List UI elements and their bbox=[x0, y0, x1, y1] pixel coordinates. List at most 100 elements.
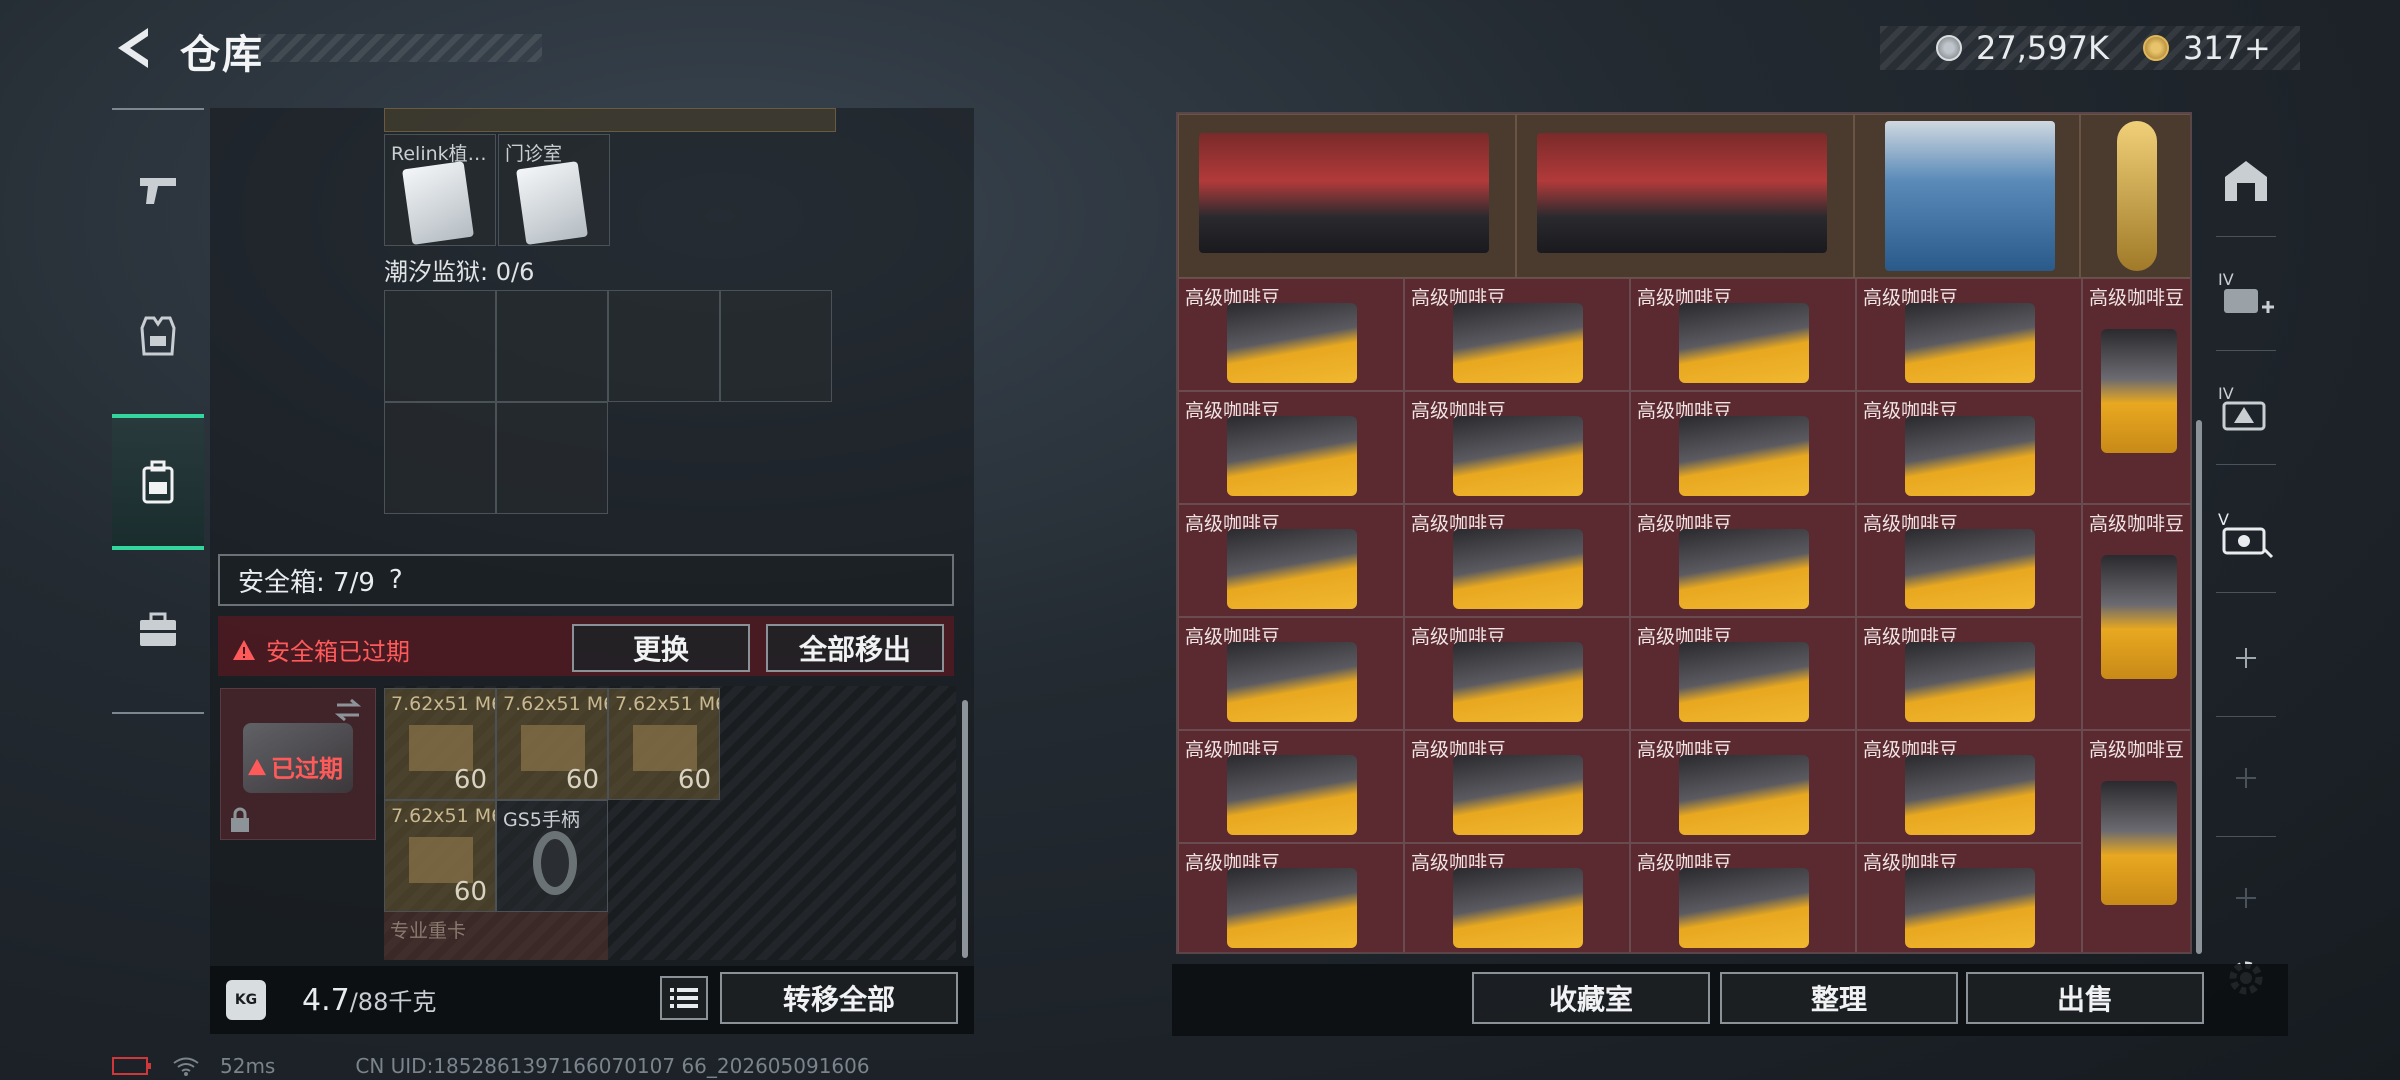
collection-room-button[interactable]: 收藏室 bbox=[1472, 972, 1710, 1024]
partial-item[interactable]: 专业重卡 bbox=[384, 912, 608, 960]
weight-readout: 4.7/88千克 bbox=[302, 982, 436, 1018]
add-stash-tab[interactable] bbox=[2206, 608, 2286, 708]
coffee-bean-cell[interactable]: 高级咖啡豆 bbox=[1404, 730, 1630, 843]
stash-home-icon bbox=[2225, 161, 2267, 201]
stash-tab-4-add[interactable]: IV bbox=[2206, 244, 2286, 344]
back-arrow-icon bbox=[118, 28, 148, 68]
warning-icon bbox=[248, 758, 266, 775]
stash-item[interactable] bbox=[2080, 114, 2190, 278]
uid-readout: CN UID:1852861397166070107 66_2026050916… bbox=[355, 1054, 870, 1078]
empty-slot[interactable] bbox=[384, 402, 496, 514]
coffee-bean-cell[interactable]: 高级咖啡豆 bbox=[1178, 843, 1404, 952]
ammo-cell[interactable]: 7.62x51 M62 60 bbox=[384, 688, 496, 800]
coffee-bean-cell-large[interactable]: 高级咖啡豆 bbox=[2082, 504, 2190, 730]
item-name: 7.62x51 M62 bbox=[391, 693, 495, 715]
coffee-bean-cell-large[interactable]: 高级咖啡豆 bbox=[2082, 730, 2190, 952]
transfer-all-button[interactable]: 转移全部 bbox=[720, 972, 958, 1024]
stash-v-icon: V bbox=[2218, 510, 2274, 559]
coffee-bean-cell-large[interactable]: 高级咖啡豆 bbox=[2082, 278, 2190, 504]
stash-tab-main[interactable] bbox=[2206, 130, 2286, 230]
coffee-bean-cell[interactable]: 高级咖啡豆 bbox=[1856, 278, 2082, 391]
coffee-bean-cell[interactable]: 高级咖啡豆 bbox=[1856, 843, 2082, 952]
rail-item-weapons[interactable] bbox=[112, 144, 204, 236]
page-title: 仓库 bbox=[180, 32, 264, 78]
rail-item-backpack[interactable] bbox=[112, 414, 204, 550]
item-cell[interactable]: Relink植… bbox=[384, 134, 496, 246]
sell-button[interactable]: 出售 bbox=[1966, 972, 2204, 1024]
expired-notice-text: 安全箱已过期 bbox=[266, 638, 410, 666]
sort-button[interactable]: 整理 bbox=[1720, 972, 1958, 1024]
coffee-bean-cell[interactable]: 高级咖啡豆 bbox=[1856, 730, 2082, 843]
coffee-bean-cell[interactable]: 高级咖啡豆 bbox=[1630, 391, 1856, 504]
stash-item[interactable] bbox=[1516, 114, 1854, 278]
weight-current: 4.7 bbox=[302, 983, 350, 1018]
swap-icon[interactable] bbox=[333, 697, 363, 723]
rail-item-armor[interactable] bbox=[112, 290, 204, 382]
coffee-bean-cell[interactable]: 高级咖啡豆 bbox=[1404, 278, 1630, 391]
rail-item-case[interactable] bbox=[112, 584, 204, 676]
safe-case-slot[interactable]: 已过期 bbox=[220, 688, 376, 840]
stash-scrollbar[interactable] bbox=[2196, 420, 2202, 954]
coffee-bean-cell[interactable]: 高级咖啡豆 bbox=[1856, 391, 2082, 504]
list-view-button[interactable] bbox=[660, 976, 708, 1020]
coffee-bean-cell[interactable]: 高级咖啡豆 bbox=[1404, 617, 1630, 730]
coffee-bean-cell[interactable]: 高级咖啡豆 bbox=[1630, 843, 1856, 952]
wifi-icon bbox=[173, 1057, 199, 1076]
coffee-bag-image bbox=[1679, 529, 1809, 609]
ammo-cell[interactable]: 7.62x51 M62 60 bbox=[384, 800, 496, 912]
coffee-bean-cell[interactable]: 高级咖啡豆 bbox=[1178, 391, 1404, 504]
item-name: 门诊室 bbox=[505, 143, 563, 165]
coffee-bag-image bbox=[1453, 303, 1583, 383]
coffee-bean-cell[interactable]: 高级咖啡豆 bbox=[1856, 617, 2082, 730]
stash-item[interactable] bbox=[1854, 114, 2080, 278]
coffee-bean-cell[interactable]: 高级咖啡豆 bbox=[1856, 504, 2082, 617]
case-expired-badge: 已过期 bbox=[247, 749, 343, 784]
move-all-out-button[interactable]: 全部移出 bbox=[766, 624, 944, 672]
stash-tab-4[interactable]: IV bbox=[2206, 358, 2286, 458]
generator-image bbox=[1199, 133, 1489, 253]
item-cell[interactable]: GS5手柄 bbox=[496, 800, 608, 912]
coffee-bag-image bbox=[2101, 555, 2177, 679]
ammo-cell[interactable]: 7.62x51 M62 60 bbox=[496, 688, 608, 800]
help-icon[interactable]: ? bbox=[389, 565, 403, 595]
coffee-bean-cell[interactable]: 高级咖啡豆 bbox=[1178, 617, 1404, 730]
item-cell[interactable]: 门诊室 bbox=[498, 134, 610, 246]
empty-slot[interactable] bbox=[384, 290, 496, 402]
coffee-bean-cell[interactable]: 高级咖啡豆 bbox=[1178, 730, 1404, 843]
coffee-bean-cell[interactable]: 高级咖啡豆 bbox=[1630, 504, 1856, 617]
empty-slot[interactable] bbox=[496, 402, 608, 514]
replace-button[interactable]: 更换 bbox=[572, 624, 750, 672]
coffee-bag-image bbox=[1227, 755, 1357, 835]
coffee-bean-cell[interactable]: 高级咖啡豆 bbox=[1404, 843, 1630, 952]
item-name: 7.62x51 M62 bbox=[391, 805, 495, 827]
ammo-cell[interactable]: 7.62x51 M62 60 bbox=[608, 688, 720, 800]
coffee-bean-cell[interactable]: 高级咖啡豆 bbox=[1178, 278, 1404, 391]
empty-slot[interactable] bbox=[720, 290, 832, 402]
coffee-bag-image bbox=[1679, 642, 1809, 722]
back-button[interactable] bbox=[108, 22, 156, 74]
currency-bar: 27,597K 317+ bbox=[1880, 26, 2300, 70]
coffee-bag-image bbox=[1227, 303, 1357, 383]
stash-item[interactable] bbox=[1178, 114, 1516, 278]
coffee-bean-cell[interactable]: 高级咖啡豆 bbox=[1630, 730, 1856, 843]
item-name: 高级咖啡豆 bbox=[2089, 513, 2185, 535]
locked-stash-tab bbox=[2206, 728, 2286, 828]
item-count: 60 bbox=[453, 765, 487, 795]
coffee-bag-image bbox=[1227, 416, 1357, 496]
empty-slot[interactable] bbox=[608, 290, 720, 402]
coffee-bean-cell[interactable]: 高级咖啡豆 bbox=[1630, 617, 1856, 730]
coffee-bag-image bbox=[1905, 755, 2035, 835]
safe-box-scrollbar[interactable] bbox=[962, 700, 968, 958]
coffee-bean-cell[interactable]: 高级咖啡豆 bbox=[1178, 504, 1404, 617]
coffee-bean-cell[interactable]: 高级咖啡豆 bbox=[1630, 278, 1856, 391]
plus-icon bbox=[2236, 648, 2256, 668]
empty-slot[interactable] bbox=[496, 290, 608, 402]
item-count: 60 bbox=[677, 765, 711, 795]
coffee-bag-image bbox=[1453, 529, 1583, 609]
weight-max: /88千克 bbox=[349, 988, 437, 1016]
coffee-bag-image bbox=[1453, 868, 1583, 948]
coffee-bean-cell[interactable]: 高级咖啡豆 bbox=[1404, 391, 1630, 504]
stash-tab-5[interactable]: V bbox=[2206, 484, 2286, 584]
backpack-icon bbox=[142, 460, 174, 504]
coffee-bean-cell[interactable]: 高级咖啡豆 bbox=[1404, 504, 1630, 617]
